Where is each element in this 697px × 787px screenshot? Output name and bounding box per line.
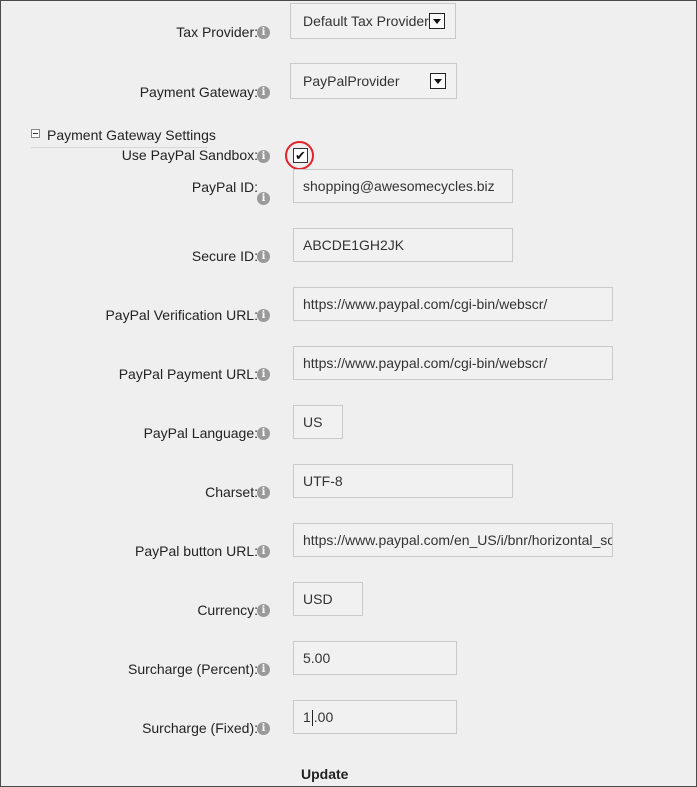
payment-gateway-row: Payment Gateway: i PayPalProvider bbox=[1, 63, 697, 100]
info-icon[interactable]: i bbox=[257, 663, 270, 676]
language-input[interactable]: US bbox=[293, 405, 343, 439]
highlight-circle bbox=[285, 141, 314, 170]
surcharge-fixed-input[interactable]: 1.00 bbox=[293, 700, 457, 734]
payment-gateway-value: PayPalProvider bbox=[303, 73, 400, 89]
currency-input[interactable]: USD bbox=[293, 582, 363, 616]
settings-panel: Tax Provider: i Default Tax Provider Pay… bbox=[0, 0, 697, 787]
payment-gateway-label: Payment Gateway: bbox=[139, 84, 258, 100]
currency-row: Currency: i USD bbox=[1, 582, 697, 618]
payment-url-input[interactable]: https://www.paypal.com/cgi-bin/webscr/ bbox=[293, 346, 613, 380]
language-label: PayPal Language: bbox=[143, 425, 258, 441]
tax-provider-value: Default Tax Provider bbox=[303, 13, 429, 29]
info-icon[interactable]: i bbox=[257, 86, 270, 99]
surcharge-fixed-row: Surcharge (Fixed): i 1.00 bbox=[1, 700, 697, 736]
surcharge-fixed-value-end: .00 bbox=[313, 709, 334, 725]
charset-row: Charset: i UTF-8 bbox=[1, 464, 697, 500]
info-icon[interactable]: i bbox=[257, 604, 270, 617]
charset-input[interactable]: UTF-8 bbox=[293, 464, 513, 498]
chevron-down-icon[interactable] bbox=[429, 13, 445, 29]
payment-gateway-select[interactable]: PayPalProvider bbox=[290, 63, 457, 99]
verification-url-label: PayPal Verification URL: bbox=[105, 307, 258, 323]
sandbox-label: Use PayPal Sandbox: bbox=[121, 147, 258, 163]
paypal-id-label: PayPal ID: bbox=[191, 179, 258, 195]
button-url-row: PayPal button URL: i https://www.paypal.… bbox=[1, 523, 697, 559]
info-icon[interactable]: i bbox=[257, 486, 270, 499]
verification-url-row: PayPal Verification URL: i https://www.p… bbox=[1, 287, 697, 323]
secure-id-input[interactable]: ABCDE1GH2JK bbox=[293, 228, 513, 262]
paypal-id-row: PayPal ID: i shopping@awesomecycles.biz bbox=[1, 169, 697, 205]
paypal-id-input[interactable]: shopping@awesomecycles.biz bbox=[293, 169, 513, 203]
surcharge-percent-label: Surcharge (Percent): bbox=[128, 661, 258, 677]
currency-label: Currency: bbox=[197, 602, 258, 618]
charset-label: Charset: bbox=[205, 484, 258, 500]
surcharge-fixed-value-start: 1 bbox=[303, 709, 311, 725]
text-caret bbox=[311, 710, 313, 727]
surcharge-percent-row: Surcharge (Percent): i 5.00 bbox=[1, 641, 697, 677]
secure-id-label: Secure ID: bbox=[191, 248, 258, 264]
info-icon[interactable]: i bbox=[257, 545, 270, 558]
update-button[interactable]: Update bbox=[301, 766, 348, 782]
info-icon[interactable]: i bbox=[257, 368, 270, 381]
payment-url-row: PayPal Payment URL: i https://www.paypal… bbox=[1, 346, 697, 382]
button-url-label: PayPal button URL: bbox=[135, 543, 258, 559]
tax-provider-select[interactable]: Default Tax Provider bbox=[290, 3, 456, 39]
surcharge-percent-input[interactable]: 5.00 bbox=[293, 641, 457, 675]
chevron-down-icon[interactable] bbox=[430, 73, 446, 89]
info-icon[interactable]: i bbox=[257, 309, 270, 322]
surcharge-fixed-label: Surcharge (Fixed): bbox=[142, 720, 258, 736]
button-url-input[interactable]: https://www.paypal.com/en_US/i/bnr/horiz… bbox=[293, 523, 613, 557]
secure-id-row: Secure ID: i ABCDE1GH2JK bbox=[1, 228, 697, 264]
info-icon[interactable]: i bbox=[257, 192, 270, 205]
info-icon[interactable]: i bbox=[257, 150, 270, 163]
info-icon[interactable]: i bbox=[257, 427, 270, 440]
payment-url-label: PayPal Payment URL: bbox=[118, 366, 258, 382]
info-icon[interactable]: i bbox=[257, 250, 270, 263]
tax-provider-label: Tax Provider: bbox=[176, 24, 258, 40]
tax-provider-row: Tax Provider: i Default Tax Provider bbox=[1, 3, 697, 40]
language-row: PayPal Language: i US bbox=[1, 405, 697, 441]
info-icon[interactable]: i bbox=[257, 26, 270, 39]
verification-url-input[interactable]: https://www.paypal.com/cgi-bin/webscr/ bbox=[293, 287, 613, 321]
info-icon[interactable]: i bbox=[257, 722, 270, 735]
collapse-icon[interactable] bbox=[31, 129, 40, 138]
